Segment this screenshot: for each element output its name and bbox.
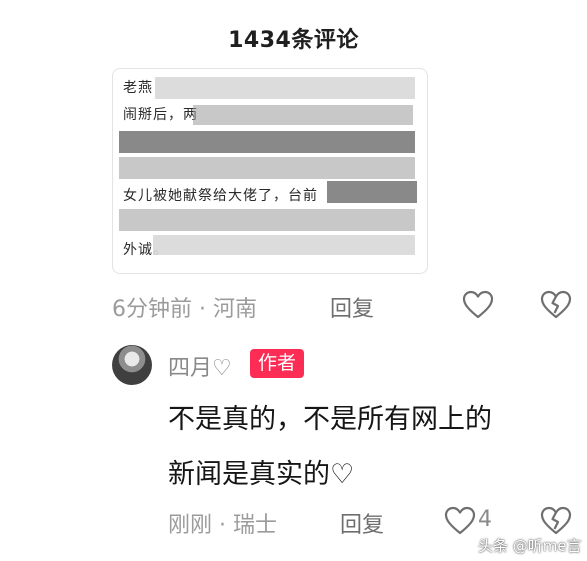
reply-button[interactable]: 回复	[330, 291, 374, 323]
comment-image-card[interactable]: 老燕 闹掰后，两 女儿被她献祭给大佬了，台前 外诚。	[112, 68, 428, 274]
comment-text: 不是真的，不是所有网上的	[168, 404, 492, 435]
mosaic-blur	[193, 105, 413, 125]
comments-count-title: 1434条评论	[228, 28, 359, 53]
mosaic-blur	[155, 77, 415, 99]
reply-button[interactable]: 回复	[340, 507, 384, 539]
mosaic-blur	[119, 209, 415, 231]
mosaic-blur	[119, 131, 415, 153]
mosaic-blur	[327, 181, 417, 203]
comment-timestamp-location: 刚刚 · 瑞士	[168, 513, 277, 538]
broken-heart-icon[interactable]	[540, 290, 572, 320]
author-badge: 作者	[250, 349, 305, 378]
watermark: 头条 @听me言	[478, 537, 582, 555]
broken-heart-icon[interactable]	[540, 506, 572, 536]
mosaic-blur	[119, 157, 415, 179]
comment-timestamp-location: 6分钟前 · 河南	[112, 297, 257, 322]
author-name[interactable]: 四月♡	[168, 350, 232, 382]
comment-text: 新闻是真实的♡	[168, 459, 355, 490]
like-count: 4	[478, 507, 492, 532]
mosaic-blur	[153, 235, 415, 255]
heart-outline-icon[interactable]	[462, 290, 494, 320]
heart-outline-icon[interactable]	[444, 506, 476, 536]
avatar[interactable]	[112, 345, 152, 385]
